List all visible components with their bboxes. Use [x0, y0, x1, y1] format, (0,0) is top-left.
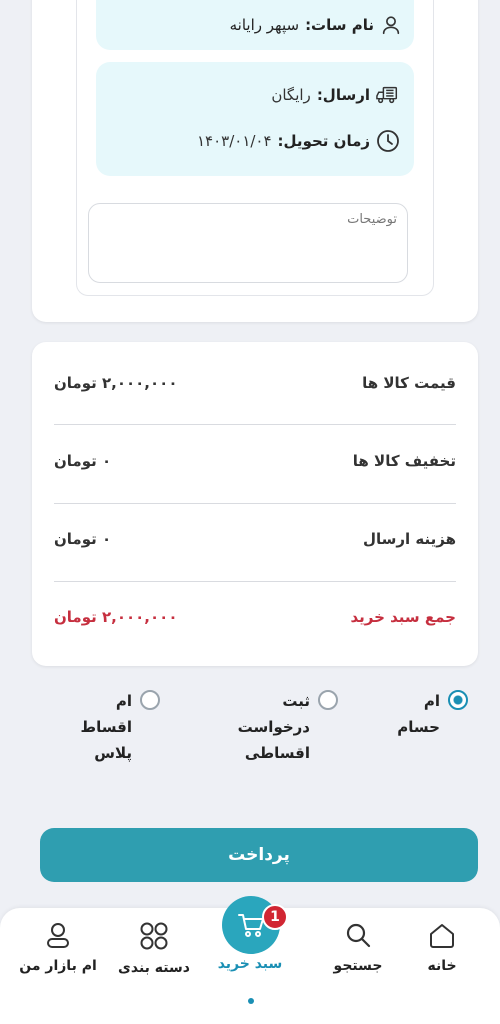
items-price-label: قیمت کالا ها: [362, 374, 456, 392]
nav-profile-label: ام بازار من: [19, 958, 97, 974]
shop-name: سپهر رایانه: [229, 16, 300, 34]
truck-icon: [376, 84, 400, 106]
nav-search[interactable]: جستجو: [314, 920, 402, 974]
nav-profile[interactable]: ام بازار من: [14, 920, 102, 974]
search-icon: [343, 920, 373, 950]
payment-option-installment-request[interactable]: ثبت درخواست اقساطی: [238, 688, 338, 766]
radio-selected-icon[interactable]: [448, 690, 468, 710]
summary-row-items-price: قیمت کالا ها ۲,۰۰۰,۰۰۰ تومان: [54, 344, 456, 422]
radio-unselected-icon[interactable]: [140, 690, 160, 710]
shipping-cost-value: ۰ تومان: [54, 530, 112, 548]
shop-label: نام سات:: [305, 16, 374, 34]
user-icon: [380, 14, 402, 36]
shipping-box: ارسال: رایگان زمان تحویل: ۱۴۰۳/۰۱/۰۴: [96, 62, 414, 176]
discount-value: ۰ تومان: [54, 452, 112, 470]
active-indicator-dot: [248, 998, 254, 1004]
delivery-label: زمان تحویل:: [277, 132, 370, 150]
pay-button[interactable]: پرداخت: [40, 828, 478, 882]
cart-count-badge: 1: [262, 904, 288, 930]
nav-categories-label: دسته بندی: [118, 960, 190, 976]
nav-home-label: خانه: [427, 958, 457, 974]
shipping-value: رایگان: [271, 86, 311, 104]
payment-option-installment-plus[interactable]: ام اقساط پلاس: [81, 688, 160, 766]
delivery-value: ۱۴۰۳/۰۱/۰۴: [196, 132, 272, 150]
description-input[interactable]: توضیحات: [88, 203, 408, 283]
payment-option-label: ثبت درخواست اقساطی: [237, 692, 310, 762]
payment-option-label: ام حسام: [397, 692, 440, 736]
shipping-cost-label: هزینه ارسال: [363, 530, 456, 548]
summary-row-discount: تخفیف کالا ها ۰ تومان: [54, 422, 456, 500]
nav-cart[interactable]: سبد خرید: [206, 956, 294, 972]
radio-unselected-icon[interactable]: [318, 690, 338, 710]
user-icon: [43, 920, 73, 950]
summary-row-shipping: هزینه ارسال ۰ تومان: [54, 500, 456, 578]
total-value: ۲,۰۰۰,۰۰۰ تومان: [54, 608, 178, 626]
summary-row-total: جمع سبد خرید ۲,۰۰۰,۰۰۰ تومان: [54, 578, 456, 656]
payment-option-hesam[interactable]: ام حسام: [397, 688, 468, 740]
discount-label: تخفیف کالا ها: [352, 452, 456, 470]
nav-categories[interactable]: دسته بندی: [110, 920, 198, 976]
description-placeholder: توضیحات: [347, 212, 397, 227]
clock-icon: [376, 129, 400, 153]
home-icon: [427, 920, 457, 950]
grid-icon: [138, 920, 170, 952]
items-price-value: ۲,۰۰۰,۰۰۰ تومان: [54, 374, 178, 392]
nav-search-label: جستجو: [333, 958, 383, 974]
total-label: جمع سبد خرید: [350, 608, 456, 626]
shipping-label: ارسال:: [316, 86, 370, 104]
nav-home[interactable]: خانه: [398, 920, 486, 974]
nav-cart-label: سبد خرید: [217, 956, 283, 972]
payment-option-label: ام اقساط پلاس: [80, 692, 132, 762]
shop-name-box: نام سات: سپهر رایانه: [96, 0, 414, 50]
order-summary-card: قیمت کالا ها ۲,۰۰۰,۰۰۰ تومان تخفیف کالا …: [32, 342, 478, 666]
